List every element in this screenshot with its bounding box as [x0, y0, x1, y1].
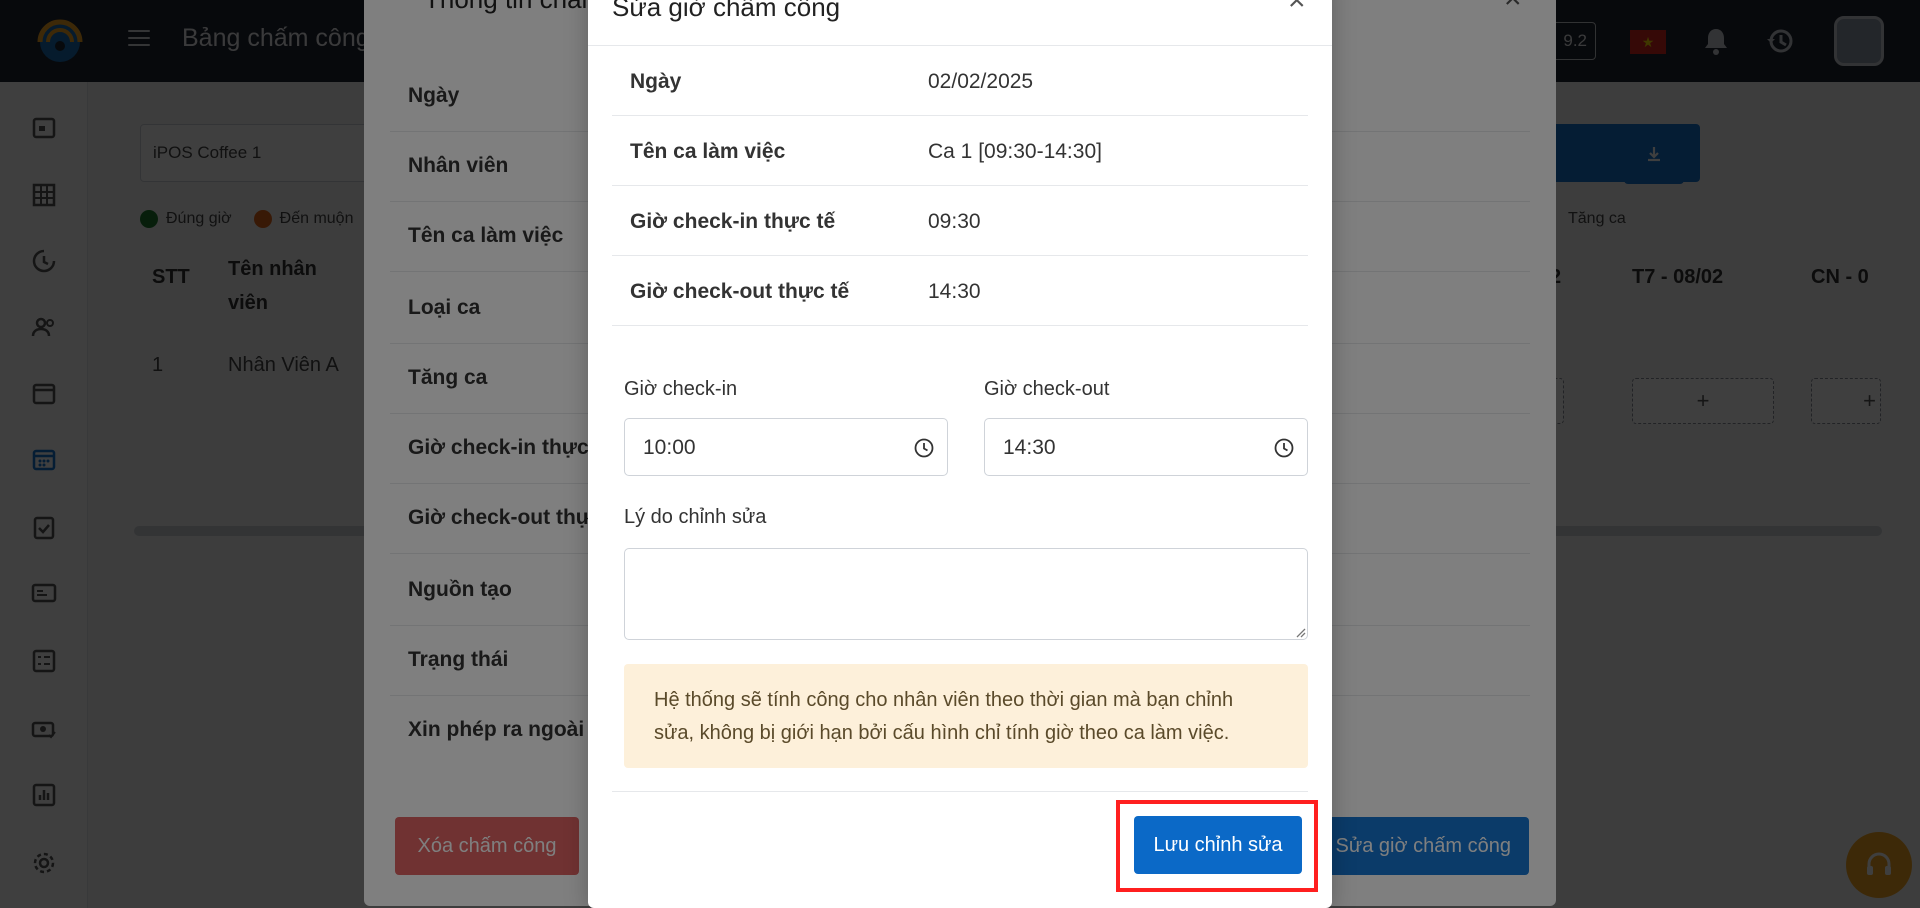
- detail-label: Giờ check-out thực tế: [630, 280, 850, 303]
- notice-alert: Hệ thống sẽ tính công cho nhân viên theo…: [624, 664, 1308, 768]
- clock-icon[interactable]: [913, 437, 935, 459]
- checkout-label: Giờ check-out: [984, 378, 1110, 400]
- edit-reason-label: Lý do chỉnh sửa: [624, 506, 767, 528]
- resize-grip-icon[interactable]: [1294, 626, 1306, 638]
- detail-value: 02/02/2025: [928, 70, 1034, 93]
- checkout-time-input[interactable]: 14:30: [984, 418, 1308, 476]
- detail-row-actual-checkin: Giờ check-in thực tế 09:30: [612, 186, 1308, 256]
- detail-label: Ngày: [630, 70, 682, 93]
- checkin-label: Giờ check-in: [624, 378, 738, 400]
- edit-modal-header: Sửa giờ chấm công ×: [588, 0, 1332, 46]
- save-edit-button[interactable]: Lưu chỉnh sửa: [1134, 816, 1302, 874]
- detail-value: 14:30: [928, 280, 981, 303]
- checkin-time-input[interactable]: 10:00: [624, 418, 948, 476]
- detail-label: Tên ca làm việc: [630, 140, 786, 163]
- detail-value: Ca 1 [09:30-14:30]: [928, 140, 1102, 163]
- clock-icon[interactable]: [1273, 437, 1295, 459]
- checkin-time-value: 10:00: [643, 436, 696, 459]
- detail-row-date: Ngày 02/02/2025: [612, 46, 1308, 116]
- detail-row-actual-checkout: Giờ check-out thực tế 14:30: [612, 256, 1308, 326]
- edit-attendance-modal: Sửa giờ chấm công × Ngày 02/02/2025 Tên …: [588, 0, 1332, 908]
- detail-value: 09:30: [928, 210, 981, 233]
- edit-modal-close-icon[interactable]: ×: [1288, 0, 1306, 16]
- checkout-time-value: 14:30: [1003, 436, 1056, 459]
- edit-modal-title: Sửa giờ chấm công: [612, 0, 841, 22]
- footer-divider: [612, 791, 1308, 792]
- edit-reason-textarea[interactable]: [624, 548, 1308, 640]
- detail-label: Giờ check-in thực tế: [630, 210, 836, 233]
- detail-row-shift: Tên ca làm việc Ca 1 [09:30-14:30]: [612, 116, 1308, 186]
